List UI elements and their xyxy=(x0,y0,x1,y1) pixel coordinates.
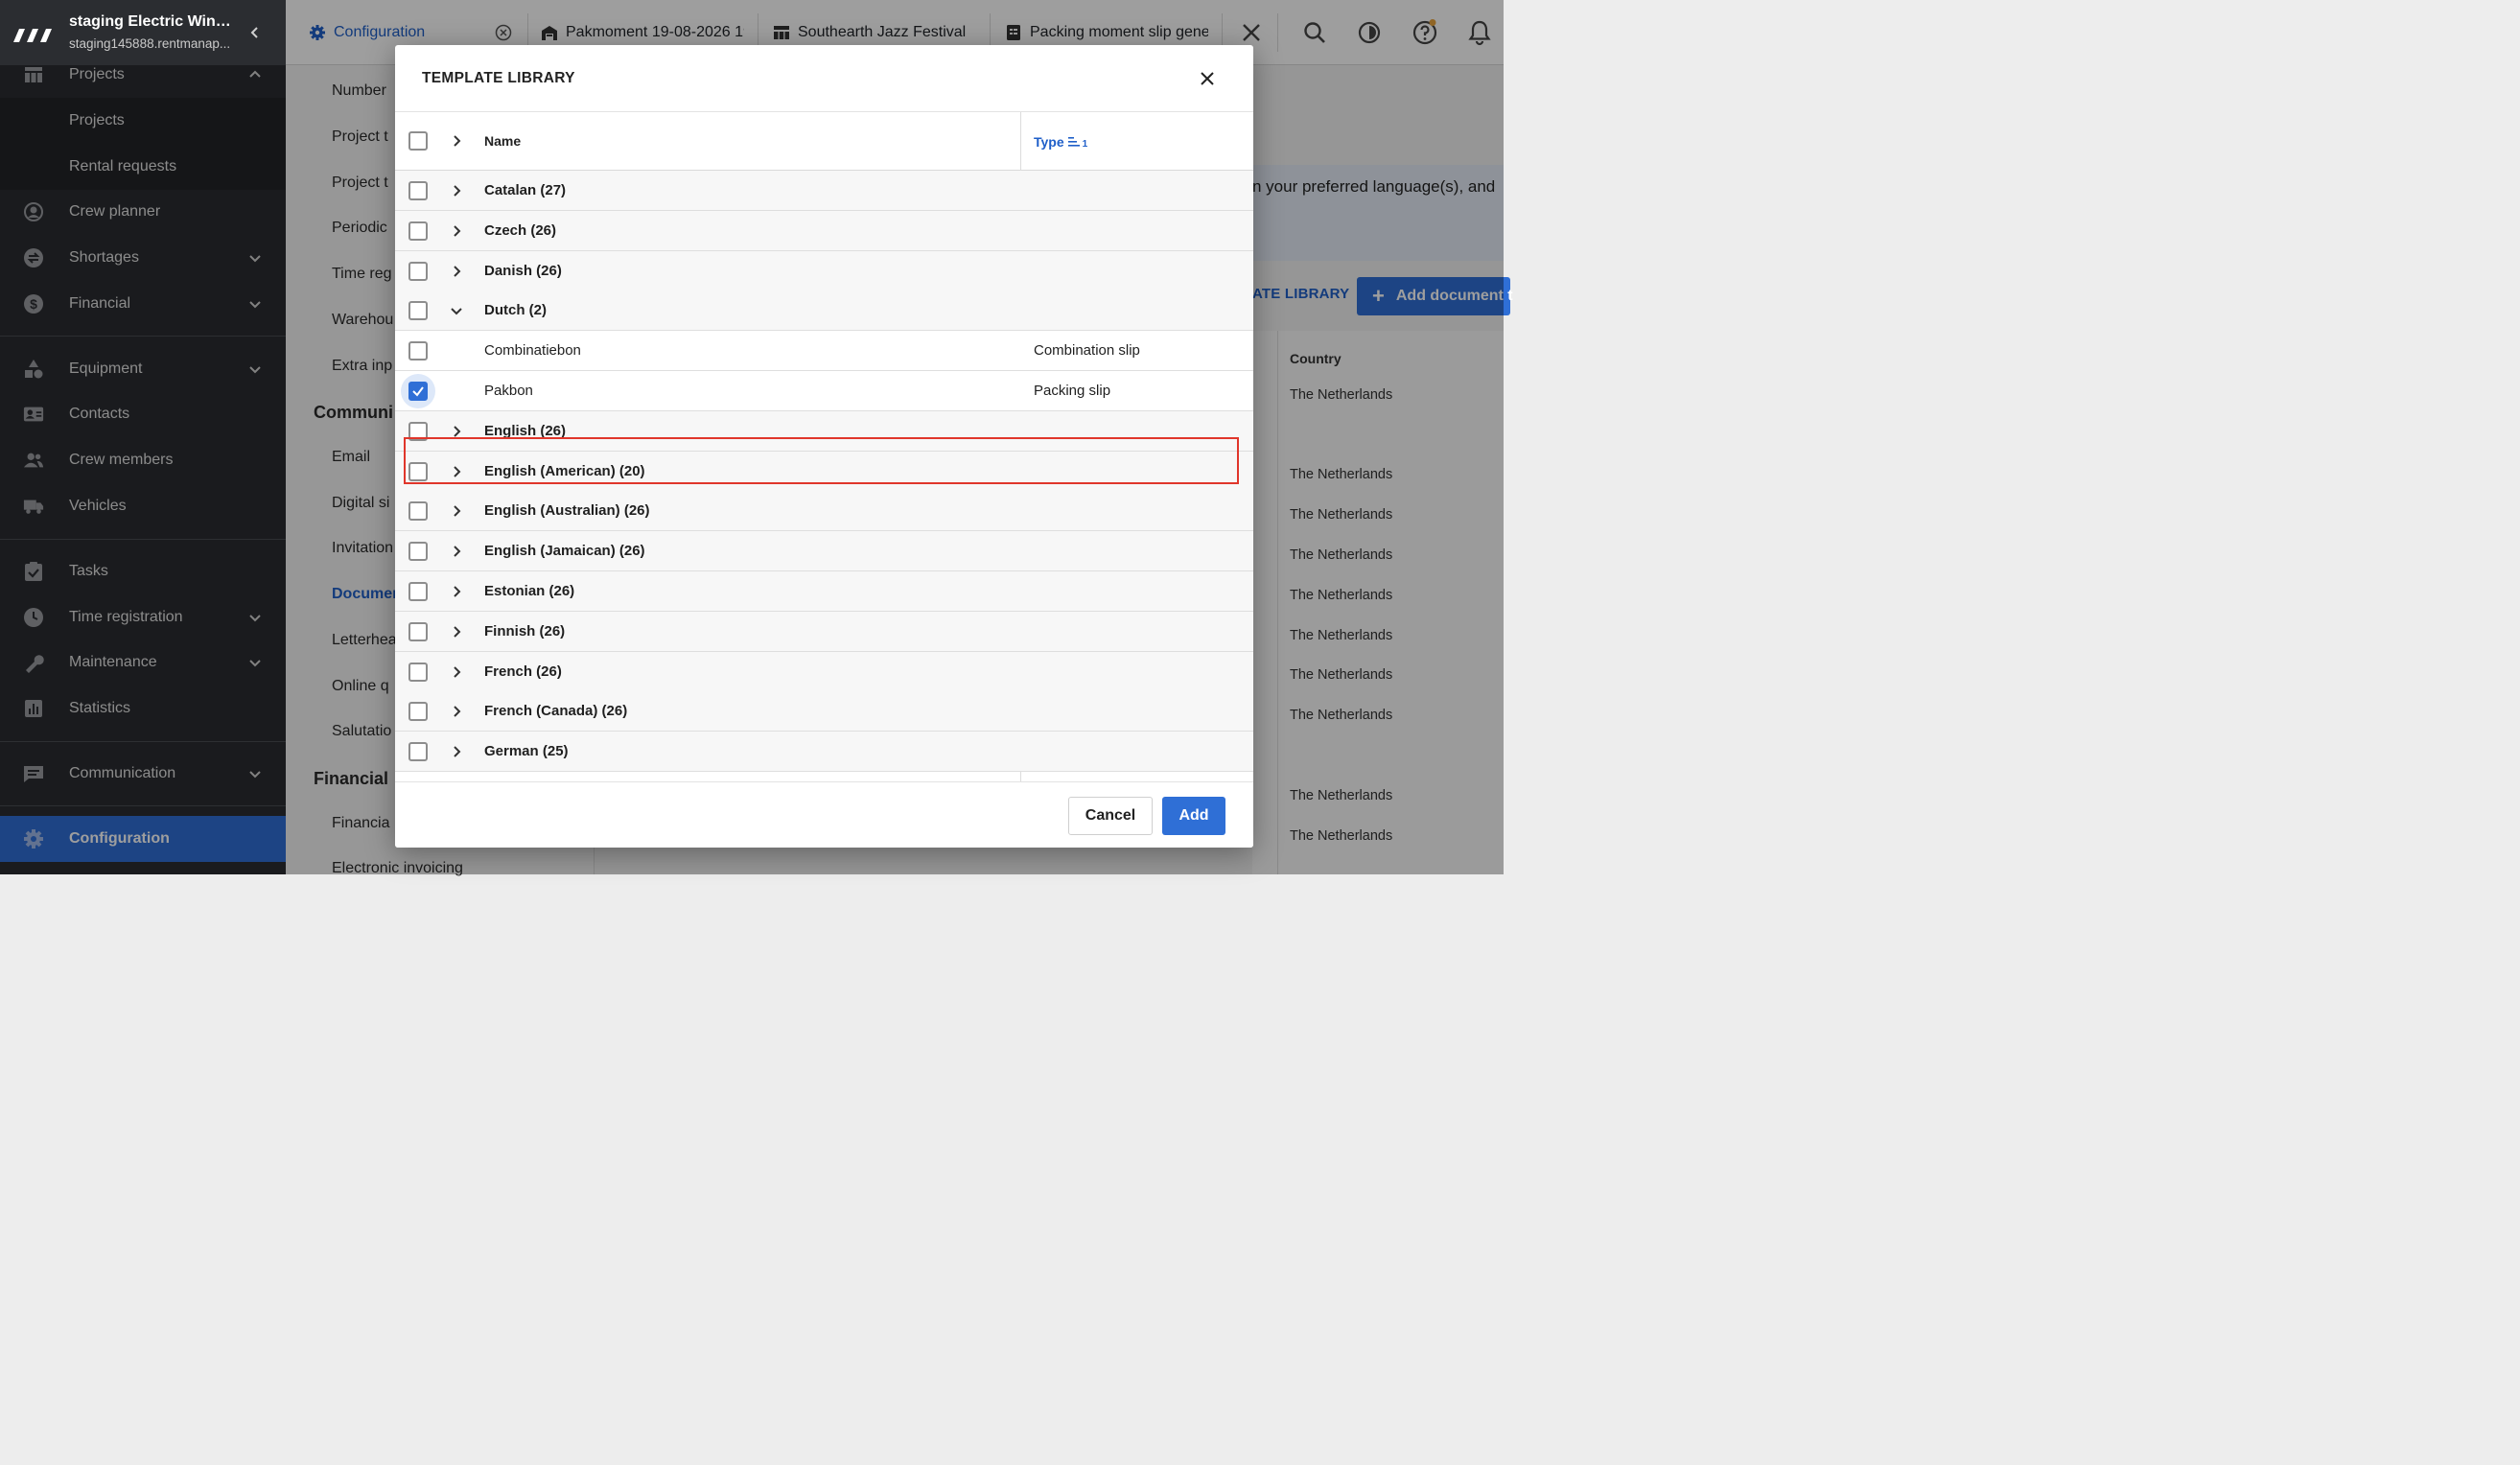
row-name: Finnish (26) xyxy=(484,622,566,639)
checkmark-icon xyxy=(412,386,424,397)
row-checkbox[interactable] xyxy=(408,461,428,481)
group-row[interactable]: French (26) xyxy=(395,651,1253,692)
dialog-footer: Cancel Add xyxy=(395,781,1253,848)
group-row[interactable]: English (Australian) (26) xyxy=(395,491,1253,532)
expand-all-icon[interactable] xyxy=(449,133,464,149)
chevron-right-icon[interactable] xyxy=(449,223,464,239)
row-checkbox[interactable] xyxy=(408,582,428,601)
row-checkbox[interactable] xyxy=(408,621,428,641)
row-checkbox[interactable] xyxy=(408,501,428,522)
chevron-right-icon[interactable] xyxy=(449,183,464,198)
dialog-title: TEMPLATE LIBRARY xyxy=(422,70,575,86)
chevron-right-icon[interactable] xyxy=(449,503,464,519)
chevron-right-icon[interactable] xyxy=(449,624,464,639)
group-row[interactable]: Catalan (27) xyxy=(395,171,1253,211)
row-name: German (25) xyxy=(484,743,569,760)
template-grid: Name Type 1 Catalan (27) Czech (26) Danish… xyxy=(395,112,1253,781)
row-name: English (Jamaican) (26) xyxy=(484,543,645,560)
row-checkbox[interactable] xyxy=(408,702,428,722)
account-switcher[interactable]: staging Electric Wine ... staging145888.… xyxy=(0,0,286,65)
account-url: staging145888.rentmanap... xyxy=(69,36,231,51)
group-row[interactable]: Dutch (2) xyxy=(395,291,1253,332)
grid-header: Name Type 1 xyxy=(395,112,1253,171)
chevron-right-icon[interactable] xyxy=(449,584,464,599)
template-library-dialog: TEMPLATE LIBRARY Name Type 1 Catalan (27… xyxy=(395,45,1253,848)
sort-ascending-icon xyxy=(1067,136,1080,147)
add-button[interactable]: Add xyxy=(1162,797,1225,835)
group-row[interactable]: Finnish (26) xyxy=(395,611,1253,652)
row-checkbox[interactable] xyxy=(408,341,428,361)
row-name: Combinatiebon xyxy=(484,342,581,360)
row-checkbox[interactable] xyxy=(408,421,428,441)
row-name: Danish (26) xyxy=(484,262,562,279)
type-column-label: Type xyxy=(1034,133,1064,150)
chevron-right-icon[interactable] xyxy=(449,544,464,559)
template-row[interactable]: Pakbon Packing slip xyxy=(395,371,1253,411)
select-all-checkbox[interactable] xyxy=(408,131,428,151)
chevron-right-icon[interactable] xyxy=(449,744,464,759)
row-checkbox[interactable] xyxy=(408,742,428,762)
row-type: Packing slip xyxy=(1034,383,1111,399)
row-checkbox[interactable] xyxy=(408,221,428,241)
chevron-right-icon[interactable] xyxy=(449,464,464,479)
account-name: staging Electric Wine ... xyxy=(69,13,237,30)
template-row[interactable]: Combinatiebon Combination slip xyxy=(395,331,1253,372)
chevron-right-icon[interactable] xyxy=(449,424,464,439)
chevron-right-icon[interactable] xyxy=(449,264,464,279)
close-icon[interactable] xyxy=(1197,68,1218,89)
row-name: Estonian (26) xyxy=(484,583,575,599)
row-checkbox[interactable] xyxy=(408,382,428,401)
rentman-logo xyxy=(13,29,52,42)
chevron-right-icon[interactable] xyxy=(449,704,464,719)
row-name: English (American) (20) xyxy=(484,462,645,479)
group-row[interactable]: Danish (26) xyxy=(395,250,1253,291)
row-checkbox[interactable] xyxy=(408,542,428,562)
row-name: French (Canada) (26) xyxy=(484,703,628,720)
chevron-right-icon[interactable] xyxy=(449,664,464,680)
row-name: English (Australian) (26) xyxy=(484,502,650,520)
group-row[interactable]: Estonian (26) xyxy=(395,571,1253,612)
row-name: French (26) xyxy=(484,663,562,680)
row-checkbox[interactable] xyxy=(408,261,428,281)
row-checkbox[interactable] xyxy=(408,181,428,200)
collapse-sidebar-icon[interactable] xyxy=(245,23,265,42)
group-row[interactable]: English (American) (20) xyxy=(395,451,1253,492)
group-row[interactable]: Czech (26) xyxy=(395,210,1253,251)
group-row[interactable]: French (Canada) (26) xyxy=(395,691,1253,732)
row-name: Pakbon xyxy=(484,383,533,399)
group-row[interactable]: German (25) xyxy=(395,732,1253,773)
row-type: Combination slip xyxy=(1034,342,1140,360)
sort-order-number: 1 xyxy=(1082,139,1088,150)
cancel-button[interactable]: Cancel xyxy=(1068,797,1153,835)
row-name: Dutch (2) xyxy=(484,302,547,319)
group-row[interactable]: English (Jamaican) (26) xyxy=(395,531,1253,572)
row-checkbox[interactable] xyxy=(408,301,428,321)
row-name: English (26) xyxy=(484,422,567,439)
chevron-down-icon[interactable] xyxy=(449,303,464,318)
row-name: Czech (26) xyxy=(484,221,557,239)
group-row[interactable]: English (26) xyxy=(395,410,1253,452)
row-checkbox[interactable] xyxy=(408,662,428,682)
dialog-header: TEMPLATE LIBRARY xyxy=(395,45,1253,112)
type-column-header[interactable]: Type 1 xyxy=(1034,133,1088,151)
row-name: Catalan (27) xyxy=(484,182,567,198)
name-column-header[interactable]: Name xyxy=(484,133,521,149)
